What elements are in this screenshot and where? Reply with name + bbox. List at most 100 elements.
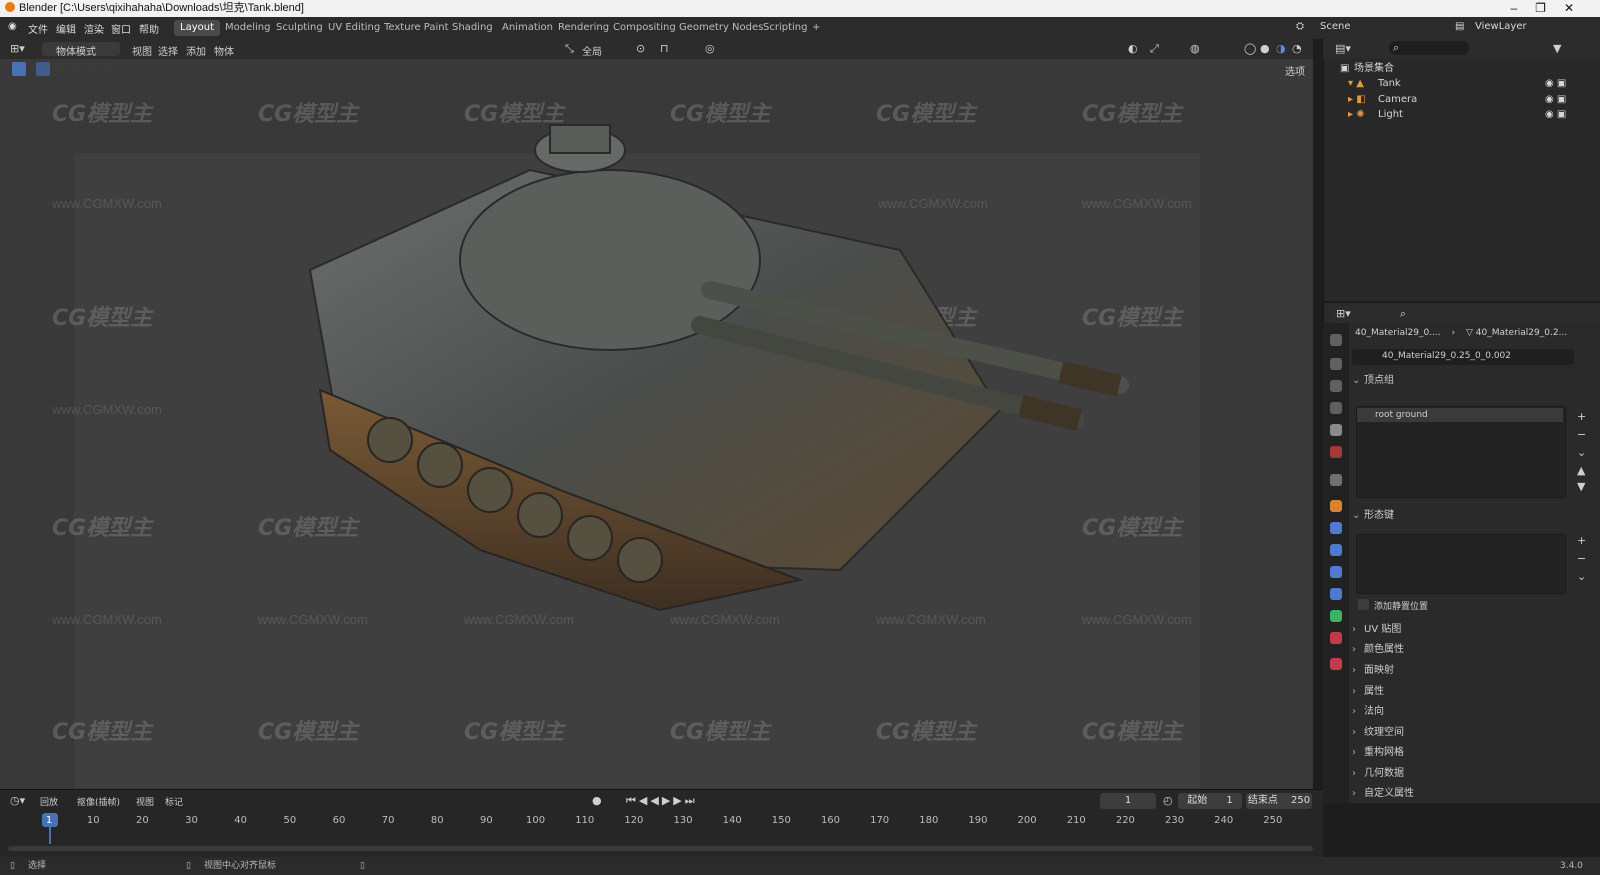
timeline-scrollbar[interactable] (8, 846, 1313, 851)
tab-scripting[interactable]: Scripting (757, 20, 813, 36)
menu-select[interactable]: 选择 (158, 43, 178, 58)
visibility-eye-icon[interactable]: ◉ ▣ (1545, 92, 1566, 107)
overlay-icon[interactable]: ◍ (1190, 42, 1200, 55)
editor-type-icon[interactable]: ⊞▾ (1336, 307, 1351, 320)
visibility-icon[interactable]: ◐ (1128, 42, 1138, 55)
menu-render[interactable]: 渲染 (84, 21, 104, 36)
constraints-tab-icon[interactable] (1330, 588, 1342, 600)
mesh-name-field[interactable]: 40_Material29_0.25_0_0.002 (1352, 349, 1574, 365)
select-new-icon[interactable] (36, 62, 50, 76)
rest-position-checkbox[interactable] (1358, 599, 1369, 610)
editor-type-icon[interactable]: ⊞▾ (10, 42, 25, 55)
proportional-edit-icon[interactable]: ◎ (705, 42, 715, 55)
object-tab-icon[interactable] (1330, 500, 1342, 512)
rendered-shading-icon[interactable]: ◔ (1292, 42, 1302, 55)
close-button[interactable]: ✕ (1564, 1, 1592, 15)
menu-keying[interactable]: 抠像(插帧) (77, 795, 120, 808)
panel-texture-space[interactable]: › 纹理空间 (1352, 724, 1592, 742)
tab-shading[interactable]: Shading (446, 20, 499, 36)
search-icon[interactable]: ⌕ (1400, 307, 1406, 321)
tab-uv-editing[interactable]: UV Editing (322, 20, 386, 36)
gizmo-icon[interactable]: ⤢ (1150, 42, 1159, 56)
start-frame-field[interactable]: 起始 1 (1178, 793, 1242, 809)
minimize-button[interactable]: – (1510, 1, 1535, 15)
tab-layout[interactable]: Layout (174, 20, 220, 36)
panel-normals[interactable]: › 法向 (1352, 703, 1592, 721)
options-dropdown[interactable]: 选项 (1285, 63, 1305, 78)
panel-remesh[interactable]: › 重构网格 (1352, 744, 1592, 762)
render-tab-icon[interactable] (1330, 358, 1342, 370)
select-intersect-icon[interactable] (100, 62, 114, 76)
collection-tab-icon[interactable] (1330, 474, 1342, 486)
menu-edit[interactable]: 编辑 (56, 21, 76, 36)
playback-controls[interactable]: ⏮◀◀▶▶⏭ (626, 794, 698, 808)
end-frame-field[interactable]: 结束点 250 (1246, 793, 1312, 809)
tool-tab-icon[interactable] (1330, 334, 1342, 346)
menu-window[interactable]: 窗口 (111, 21, 131, 36)
view-layer-tab-icon[interactable] (1330, 402, 1342, 414)
outliner-item-camera[interactable]: Camera (1378, 92, 1417, 107)
pivot-icon[interactable]: ⊙ (636, 42, 645, 55)
panel-custom-properties[interactable]: › 自定义属性 (1352, 785, 1592, 803)
vertex-group-specials-icon[interactable]: ⌄ (1577, 446, 1586, 459)
panel-color-attributes[interactable]: › 颜色属性 (1352, 641, 1592, 659)
vertex-group-item[interactable]: root ground (1357, 408, 1563, 422)
select-invert-icon[interactable] (84, 62, 98, 76)
tab-rendering[interactable]: Rendering (552, 20, 615, 36)
shape-keys-header[interactable]: ⌄ 形态键 (1352, 507, 1592, 525)
material-shading-icon[interactable]: ◑ (1276, 42, 1286, 55)
scene-name[interactable]: Scene (1320, 21, 1351, 32)
filter-icon[interactable]: ▼ (1553, 42, 1561, 55)
menu-view[interactable]: 视图 (136, 795, 154, 808)
visibility-eye-icon[interactable]: ◉ ▣ (1545, 107, 1566, 122)
particles-tab-icon[interactable] (1330, 544, 1342, 556)
record-button[interactable]: ● (592, 794, 602, 807)
menu-playback[interactable]: 回放 (40, 795, 58, 808)
tab-compositing[interactable]: Compositing (607, 20, 682, 36)
vertex-groups-header[interactable]: ⌄ 顶点组 (1352, 372, 1592, 390)
editor-type-icon[interactable]: ◷▾ (10, 794, 25, 807)
menu-help[interactable]: 帮助 (139, 21, 159, 36)
outliner-item-light[interactable]: Light (1378, 107, 1403, 122)
outliner-search-input[interactable] (1389, 41, 1469, 55)
view-layer-name[interactable]: ViewLayer (1475, 21, 1527, 32)
blender-menu-icon[interactable]: ◉ (8, 21, 17, 32)
modifier-tab-icon[interactable] (1330, 522, 1342, 534)
panel-face-maps[interactable]: › 面映射 (1352, 662, 1592, 680)
remove-shape-key-button[interactable]: − (1577, 552, 1586, 565)
scene-tab-icon[interactable] (1330, 424, 1342, 436)
current-frame-field[interactable]: 1 (1100, 793, 1156, 809)
maximize-button[interactable]: ❐ (1535, 1, 1564, 15)
panel-uv-maps[interactable]: › UV 贴图 (1352, 621, 1592, 639)
tab-texture-paint[interactable]: Texture Paint (378, 20, 455, 36)
menu-view[interactable]: 视图 (132, 43, 152, 58)
scene-collection-label[interactable]: 场景集合 (1354, 61, 1394, 76)
add-workspace-button[interactable]: + (806, 20, 826, 36)
transform-orientation[interactable]: 全局 (582, 43, 602, 58)
tab-animation[interactable]: Animation (496, 20, 559, 36)
shape-key-specials-icon[interactable]: ⌄ (1577, 570, 1586, 583)
visibility-eye-icon[interactable]: ◉ ▣ (1545, 76, 1566, 91)
panel-geometry-data[interactable]: › 几何数据 (1352, 765, 1592, 783)
panel-attributes[interactable]: › 属性 (1352, 683, 1592, 701)
menu-add[interactable]: 添加 (186, 43, 206, 58)
window-controls[interactable]: –❐✕ (1510, 0, 1592, 17)
world-tab-icon[interactable] (1330, 446, 1342, 458)
display-mode-icon[interactable]: ▤▾ (1335, 42, 1351, 55)
select-subtract-icon[interactable] (68, 62, 82, 76)
select-extend-icon[interactable] (52, 62, 66, 76)
menu-object[interactable]: 物体 (214, 43, 234, 58)
output-tab-icon[interactable] (1330, 380, 1342, 392)
tank-model[interactable] (280, 110, 1180, 640)
add-vertex-group-button[interactable]: + (1577, 410, 1586, 423)
tab-geometry-nodes[interactable]: Geometry Nodes (673, 20, 769, 36)
outliner-item-tank[interactable]: Tank (1378, 76, 1401, 91)
shape-key-list[interactable] (1356, 534, 1566, 594)
texture-tab-icon[interactable] (1330, 658, 1342, 670)
mesh-data-tab-icon[interactable] (1330, 610, 1342, 622)
physics-tab-icon[interactable] (1330, 566, 1342, 578)
remove-vertex-group-button[interactable]: − (1577, 428, 1586, 441)
tab-modeling[interactable]: Modeling (219, 20, 277, 36)
tab-sculpting[interactable]: Sculpting (270, 20, 329, 36)
add-shape-key-button[interactable]: + (1577, 534, 1586, 547)
